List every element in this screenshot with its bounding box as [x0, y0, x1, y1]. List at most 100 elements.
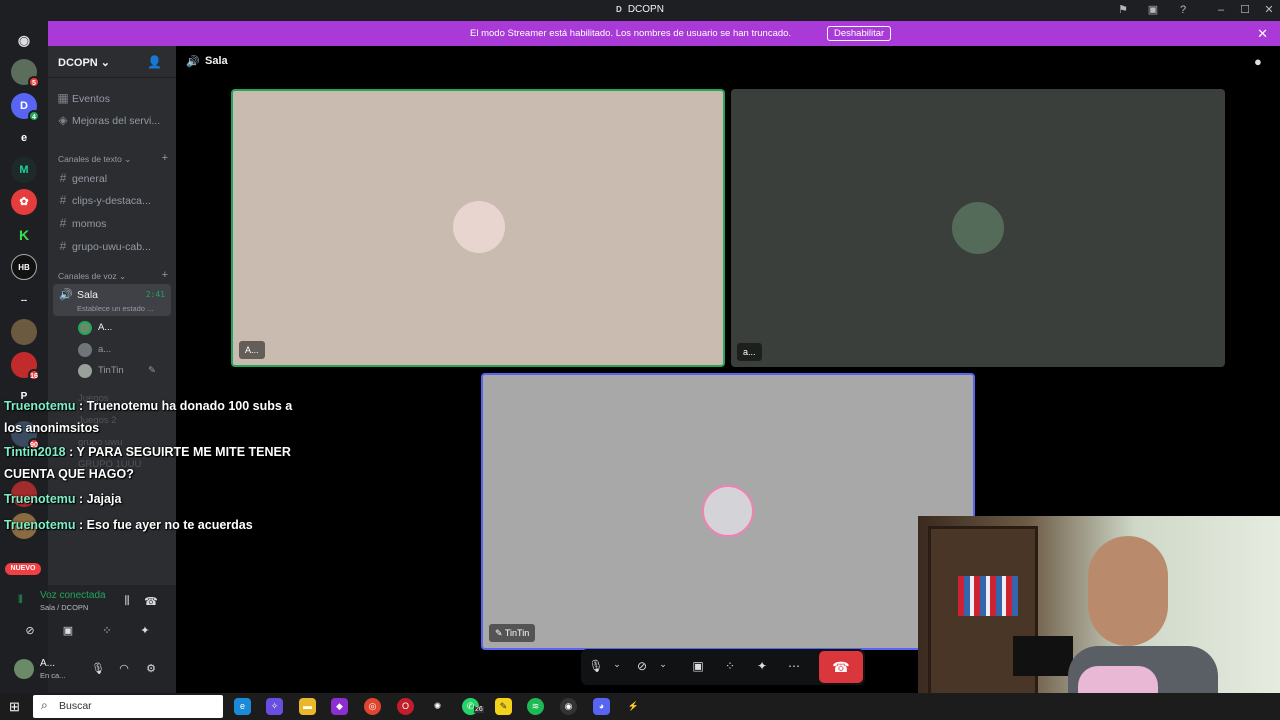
hash-icon: # [59, 216, 67, 230]
participant-avatar [702, 485, 754, 537]
speaker-icon: 🔊 [186, 56, 200, 68]
app-icon[interactable]: ◆ [331, 698, 348, 715]
soundboard-icon[interactable]: ✦ [137, 624, 153, 637]
headphones-icon[interactable]: ◠ [116, 662, 132, 675]
microphone-icon[interactable]: 🎙 [90, 662, 106, 675]
edge-icon[interactable]: e [234, 698, 251, 715]
close-banner-icon[interactable]: ✕ [1257, 26, 1268, 42]
screen-icon[interactable]: ▣ [1145, 3, 1161, 17]
hangup-button[interactable]: ☎ [819, 651, 863, 683]
voice-connected-label[interactable]: Voz conectada [40, 590, 106, 601]
explorer-icon[interactable]: ▬ [299, 698, 316, 715]
monitor [1013, 636, 1073, 676]
muted-icon: ✎ [148, 365, 156, 376]
channel-clips[interactable]: # clips-y-destaca... [54, 193, 170, 213]
voice-channel-sala[interactable]: 🔊 Sala 2:41 Establece un estado ... [53, 284, 171, 316]
chat-message: Truenotemu : Eso fue ayer no te acuerdas [4, 518, 253, 532]
more-icon[interactable]: ⋯ [785, 659, 803, 673]
noise-suppression-icon[interactable]: ⫼ [119, 595, 135, 608]
video-tile[interactable]: ✎ TinTin [481, 373, 975, 650]
screen-share-icon[interactable]: ▣ [689, 659, 707, 673]
soundboard-icon[interactable]: ✦ [753, 659, 771, 673]
server-icon[interactable]: 5 [11, 59, 40, 88]
search-icon: ⌕ [41, 698, 48, 712]
chevron-down-icon[interactable]: ⌄ [608, 659, 626, 670]
avatar[interactable] [14, 659, 34, 679]
chat-message: Tintin2018 : Y PARA SEGUIRTE ME MITE TEN… [4, 445, 291, 481]
participant-label: ✎ TinTin [489, 624, 536, 642]
whatsapp-badge: 26 [474, 706, 484, 713]
app-icon[interactable]: ⚡ [625, 698, 642, 715]
channel-events[interactable]: ▦ Eventos [54, 91, 170, 111]
disconnect-icon[interactable]: ☎ [143, 595, 159, 608]
spotify-icon[interactable]: ≋ [527, 698, 544, 715]
server-icon-dcopn[interactable]: D4 [11, 93, 40, 122]
voice-channels-category[interactable]: Canales de voz ⌄ + [58, 269, 168, 282]
obs-icon[interactable]: ◉ [560, 698, 577, 715]
new-badge: NUEVO [5, 563, 41, 575]
banner-message: El modo Streamer está habilitado. Los no… [470, 28, 792, 39]
channel-grupo[interactable]: # grupo-uwu-cab... [54, 239, 170, 259]
channel-momos[interactable]: # momos [54, 216, 170, 236]
signal-icon: ⦀ [18, 594, 23, 606]
video-tile[interactable]: A... [231, 89, 725, 367]
microphone-icon[interactable]: 🎙 [587, 659, 605, 673]
books [958, 576, 1018, 616]
server-icon-bw[interactable]: HB [11, 254, 37, 280]
minimize-icon[interactable]: – [1213, 3, 1229, 17]
add-channel-icon[interactable]: + [162, 269, 168, 281]
discord-icon[interactable]: ◕ [593, 698, 610, 715]
notes-icon[interactable]: ✎ [495, 698, 512, 715]
video-off-icon[interactable]: ⊘ [22, 624, 38, 637]
taskbar: ⊞ ⌕ Buscar e ✧ ▬ ◆ ◎ O ✺ ✆ 26 ✎ ≋ ◉ ◕ ⚡ [0, 693, 1280, 720]
maximize-icon[interactable]: ☐ [1237, 3, 1253, 17]
voice-status[interactable]: Establece un estado ... [77, 304, 153, 313]
windows-start-icon[interactable]: ⊞ [9, 699, 20, 715]
channel-general[interactable]: # general [54, 171, 170, 191]
server-icon[interactable] [11, 319, 37, 345]
participant-label: A... [239, 341, 265, 359]
window-title: D DCOPN [616, 4, 664, 15]
server-icon-k[interactable]: K [11, 222, 37, 248]
chatgpt-icon[interactable]: ✺ [429, 698, 446, 715]
face [1088, 536, 1168, 646]
inbox-icon[interactable]: ⚑ [1115, 3, 1131, 17]
hash-icon: # [59, 239, 67, 253]
chevron-down-icon[interactable]: ⌄ [654, 659, 672, 670]
copilot-icon[interactable]: ✧ [266, 698, 283, 715]
activities-icon[interactable]: ⁘ [721, 659, 739, 673]
server-header[interactable]: DCOPN ⌄ 👤 [48, 46, 176, 78]
hash-icon: # [59, 171, 67, 185]
server-icon-m[interactable]: M [11, 157, 37, 183]
discord-home-icon[interactable]: ◉ [11, 27, 37, 53]
text-channels-category[interactable]: Canales de texto ⌄ + [58, 152, 168, 165]
channel-boosts[interactable]: ◈ Mejoras del servi... [54, 113, 170, 133]
activities-icon[interactable]: ⁘ [99, 624, 115, 637]
calendar-icon: ▦ [57, 91, 69, 105]
server-name: DCOPN ⌄ [58, 57, 110, 69]
disable-streamer-button[interactable]: Deshabilitar [827, 26, 892, 41]
bookshelf [928, 526, 1038, 720]
participant-label: a... [737, 343, 762, 361]
muted-icon: ✎ [495, 628, 505, 638]
taskbar-search[interactable]: ⌕ Buscar [33, 695, 223, 718]
help-icon[interactable]: ? [1175, 3, 1191, 17]
speaker-icon: 🔊 [59, 289, 73, 301]
hash-icon: # [59, 193, 67, 207]
voice-location: Sala / DCOPN [40, 603, 89, 612]
video-tile[interactable]: a... [731, 89, 1225, 367]
chrome-icon[interactable]: ◎ [364, 698, 381, 715]
chat-message: Truenotemu : Jajaja [4, 492, 122, 506]
opera-icon[interactable]: O [397, 698, 414, 715]
server-icon[interactable]: 16 [11, 352, 40, 381]
invite-icon[interactable]: 👤 [147, 55, 162, 69]
boost-icon: ◈ [58, 113, 68, 127]
chat-bubble-icon[interactable]: ● [1254, 54, 1262, 69]
server-icon-e[interactable]: e [11, 125, 37, 151]
camera-off-icon[interactable]: ⊘ [633, 659, 651, 673]
close-window-icon[interactable]: ✕ [1261, 3, 1277, 17]
add-channel-icon[interactable]: + [162, 152, 168, 164]
settings-icon[interactable]: ⚙ [143, 662, 159, 675]
server-icon-red[interactable]: ✿ [11, 189, 37, 215]
screen-share-icon[interactable]: ▣ [60, 624, 76, 637]
